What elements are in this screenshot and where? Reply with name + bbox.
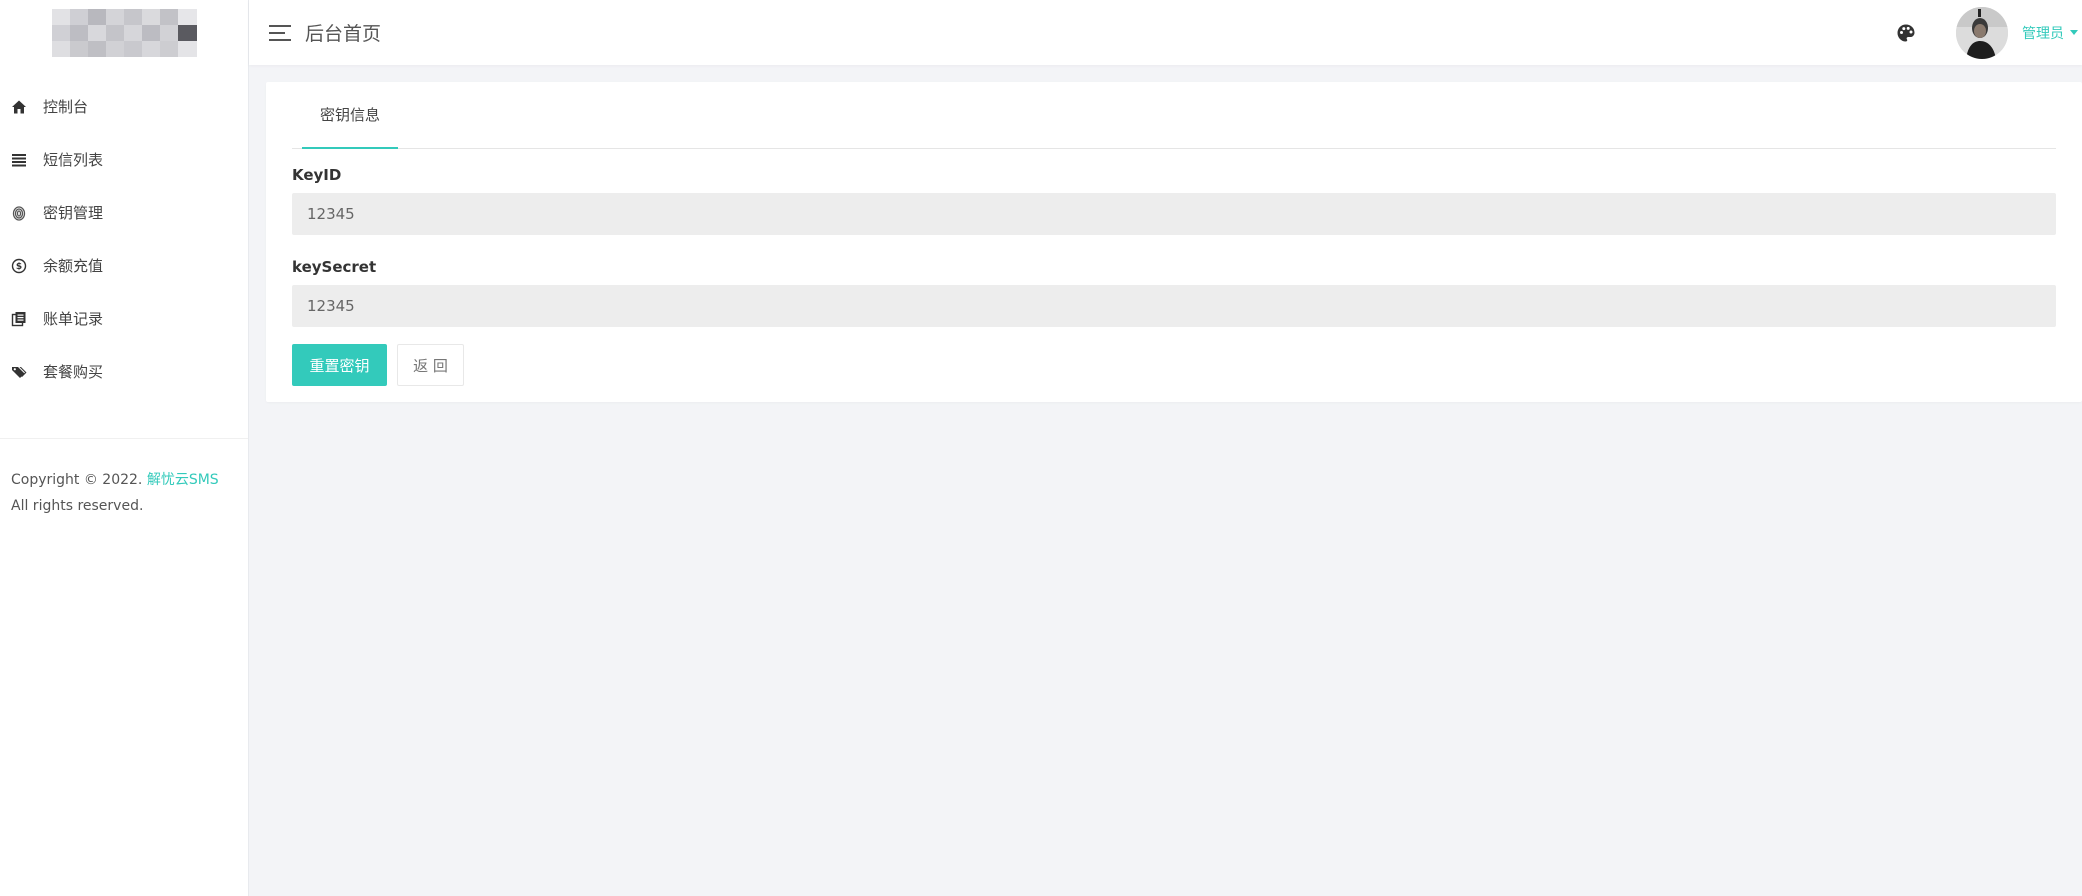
sidebar-item-label: 套餐购买 (43, 363, 104, 381)
palette-icon[interactable] (1896, 23, 1916, 43)
keysecret-label: keySecret (292, 258, 377, 276)
sidebar-item-label: 短信列表 (43, 151, 104, 169)
sidebar-item-recharge[interactable]: $ 余额充值 (0, 239, 248, 292)
form-actions: 重置密钥 返 回 (292, 344, 2056, 386)
dollar-icon: $ (10, 257, 28, 275)
key-form: KeyID keySecret 重置密钥 返 回 (266, 149, 2082, 386)
keysecret-field[interactable] (292, 285, 2056, 327)
user-menu-name[interactable]: 管理员 (2022, 23, 2064, 43)
sidebar-item-sms-list[interactable]: 短信列表 (0, 133, 248, 186)
copyright: Copyright © 2022. 解忧云SMS All rights rese… (0, 439, 248, 519)
keyid-field[interactable] (292, 193, 2056, 235)
sidebar: 控制台 短信列表 密钥管理 $ 余额充值 账单记录 套餐购买 Copyright… (0, 0, 249, 896)
sidebar-item-dashboard[interactable]: 控制台 (0, 80, 248, 133)
sidebar-menu: 控制台 短信列表 密钥管理 $ 余额充值 账单记录 套餐购买 (0, 80, 248, 398)
sidebar-item-key-management[interactable]: 密钥管理 (0, 186, 248, 239)
chevron-down-icon[interactable] (2070, 30, 2078, 35)
avatar[interactable] (1956, 6, 2008, 59)
site-logo[interactable] (51, 8, 197, 57)
key-info-card: 密钥信息 KeyID keySecret 重置密钥 返 回 (266, 82, 2082, 402)
home-icon (10, 98, 28, 116)
sidebar-item-label: 账单记录 (43, 310, 104, 328)
svg-text:$: $ (16, 262, 22, 272)
sidebar-item-package-purchase[interactable]: 套餐购买 (0, 345, 248, 398)
back-button[interactable]: 返 回 (397, 344, 464, 386)
copy-icon (10, 310, 28, 328)
hamburger-icon[interactable] (269, 24, 291, 41)
copyright-brand-link[interactable]: 解忧云SMS (147, 472, 219, 488)
tab-bar: 密钥信息 (292, 82, 2056, 149)
copyright-suffix: All rights reserved. (11, 498, 144, 514)
sidebar-item-label: 密钥管理 (43, 204, 104, 222)
top-header: 后台首页 管理员 (249, 0, 2082, 65)
list-icon (10, 151, 28, 169)
copyright-prefix: Copyright © 2022. (11, 472, 147, 488)
fingerprint-icon (10, 204, 28, 222)
reset-key-button[interactable]: 重置密钥 (292, 344, 387, 386)
logo-area (0, 0, 248, 65)
tags-icon (10, 363, 28, 381)
keyid-label: KeyID (292, 166, 342, 184)
sidebar-item-label: 控制台 (43, 98, 89, 116)
sidebar-item-billing[interactable]: 账单记录 (0, 292, 248, 345)
tab-key-info[interactable]: 密钥信息 (302, 82, 398, 149)
page-title: 后台首页 (305, 23, 382, 45)
header-right: 管理员 (1896, 0, 2082, 65)
sidebar-item-label: 余额充值 (43, 257, 104, 275)
